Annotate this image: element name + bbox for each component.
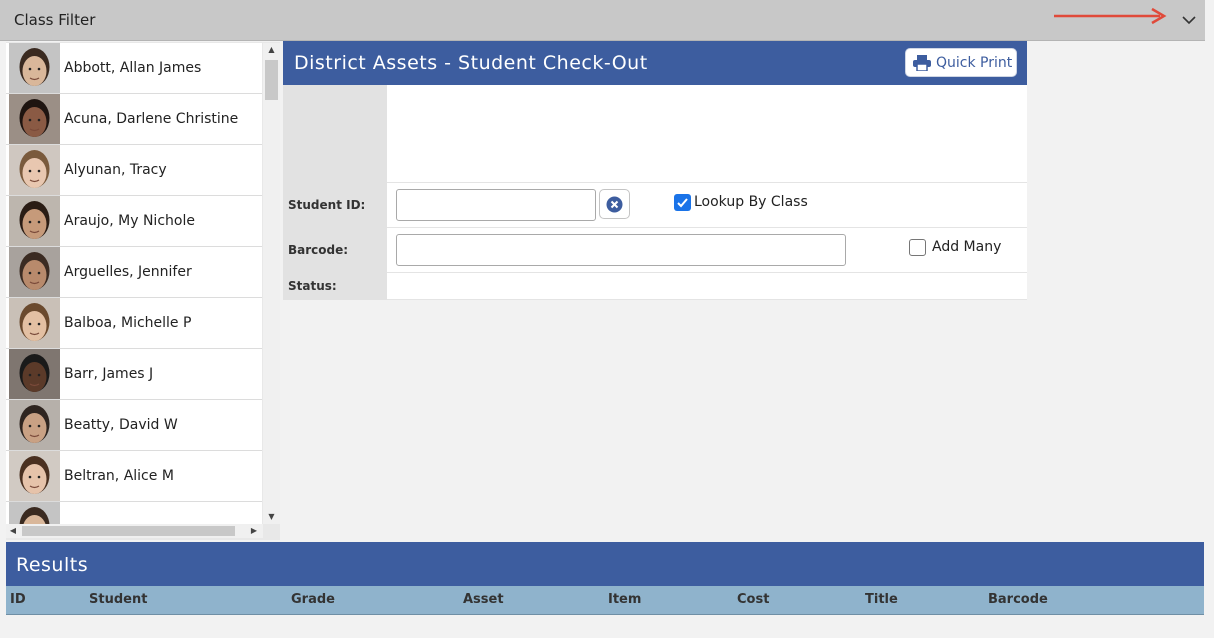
student-list-item[interactable]: [6, 502, 262, 524]
student-list-item[interactable]: Barr, James J: [6, 349, 262, 400]
checkout-title: District Assets - Student Check-Out: [294, 52, 648, 74]
quick-print-button[interactable]: Quick Print: [905, 48, 1017, 77]
student-id-label: Student ID:: [288, 198, 366, 212]
status-label: Status:: [288, 279, 337, 293]
column-header-barcode[interactable]: Barcode: [988, 592, 1048, 607]
add-many-label: Add Many: [932, 239, 1002, 255]
row-divider: [387, 182, 1027, 183]
student-photo: [9, 196, 60, 246]
checkmark-icon: [677, 198, 688, 208]
student-name: Alyunan, Tracy: [64, 162, 167, 178]
student-photo: [9, 145, 60, 195]
student-list-item[interactable]: Acuna, Darlene Christine: [6, 94, 262, 145]
student-name: Abbott, Allan James: [64, 60, 202, 76]
student-name: Acuna, Darlene Christine: [64, 111, 239, 127]
lookup-by-class-checkbox[interactable]: [674, 194, 691, 211]
clear-x-circle-icon: [606, 196, 623, 213]
student-name: Beltran, Alice M: [64, 468, 174, 484]
vertical-scrollbar[interactable]: ▲ ▼: [263, 43, 280, 524]
student-rows: Abbott, Allan James Acuna, Darlene Christ…: [6, 43, 262, 524]
printer-icon: [913, 55, 931, 71]
class-filter-title: Class Filter: [14, 11, 96, 29]
scroll-up-icon[interactable]: ▲: [263, 43, 280, 57]
student-name: Barr, James J: [64, 366, 154, 382]
checkout-panel: District Assets - Student Check-Out Quic…: [283, 41, 1027, 300]
student-list-item[interactable]: Abbott, Allan James: [6, 43, 262, 94]
student-name: Araujo, My Nichole: [64, 213, 195, 229]
results-title: Results: [16, 554, 89, 576]
checkout-header: District Assets - Student Check-Out Quic…: [283, 41, 1027, 85]
student-name: Beatty, David W: [64, 417, 178, 433]
chevron-down-icon[interactable]: [1178, 10, 1200, 30]
column-header-student[interactable]: Student: [89, 592, 147, 607]
student-photo: [9, 349, 60, 399]
column-header-asset[interactable]: Asset: [463, 592, 504, 607]
vertical-scroll-thumb[interactable]: [265, 60, 278, 100]
scroll-down-icon[interactable]: ▼: [263, 510, 280, 524]
student-list-item[interactable]: Beltran, Alice M: [6, 451, 262, 502]
student-name: Arguelles, Jennifer: [64, 264, 192, 280]
student-photo: [9, 298, 60, 348]
results-panel: Results ID Student Grade Asset Item Cost…: [6, 542, 1204, 615]
row-divider: [387, 299, 1027, 300]
row-divider: [387, 227, 1027, 228]
student-list-item[interactable]: Beatty, David W: [6, 400, 262, 451]
form-label-column: [283, 85, 387, 300]
student-list[interactable]: Abbott, Allan James Acuna, Darlene Christ…: [6, 42, 280, 540]
scroll-right-icon[interactable]: ▶: [247, 524, 261, 538]
red-arrow-icon: [1054, 7, 1167, 25]
student-photo: [9, 502, 60, 524]
add-many-checkbox[interactable]: [909, 239, 926, 256]
student-id-input[interactable]: [396, 189, 596, 221]
horizontal-scrollbar[interactable]: ◀ ▶: [6, 524, 263, 538]
student-name: Balboa, Michelle P: [64, 315, 192, 331]
student-photo: [9, 94, 60, 144]
student-list-item[interactable]: Balboa, Michelle P: [6, 298, 262, 349]
column-header-cost[interactable]: Cost: [737, 592, 769, 607]
student-list-item[interactable]: Alyunan, Tracy: [6, 145, 262, 196]
student-photo: [9, 400, 60, 450]
results-header: Results: [6, 542, 1204, 586]
column-header-item[interactable]: Item: [608, 592, 641, 607]
scroll-left-icon[interactable]: ◀: [6, 524, 20, 538]
column-header-title[interactable]: Title: [865, 592, 898, 607]
student-photo: [9, 43, 60, 93]
clear-button[interactable]: [599, 189, 630, 219]
column-header-id[interactable]: ID: [10, 592, 26, 607]
row-divider: [387, 272, 1027, 273]
quick-print-label: Quick Print: [936, 55, 1013, 71]
lookup-by-class-label: Lookup By Class: [694, 194, 808, 210]
column-header-grade[interactable]: Grade: [291, 592, 335, 607]
student-photo: [9, 451, 60, 501]
horizontal-scroll-thumb[interactable]: [22, 526, 235, 536]
student-photo: [9, 247, 60, 297]
class-filter-bar[interactable]: Class Filter: [0, 0, 1205, 41]
barcode-label: Barcode:: [288, 243, 349, 257]
student-list-item[interactable]: Arguelles, Jennifer: [6, 247, 262, 298]
results-column-header: ID Student Grade Asset Item Cost Title B…: [6, 586, 1204, 615]
barcode-input[interactable]: [396, 234, 846, 266]
student-list-item[interactable]: Araujo, My Nichole: [6, 196, 262, 247]
